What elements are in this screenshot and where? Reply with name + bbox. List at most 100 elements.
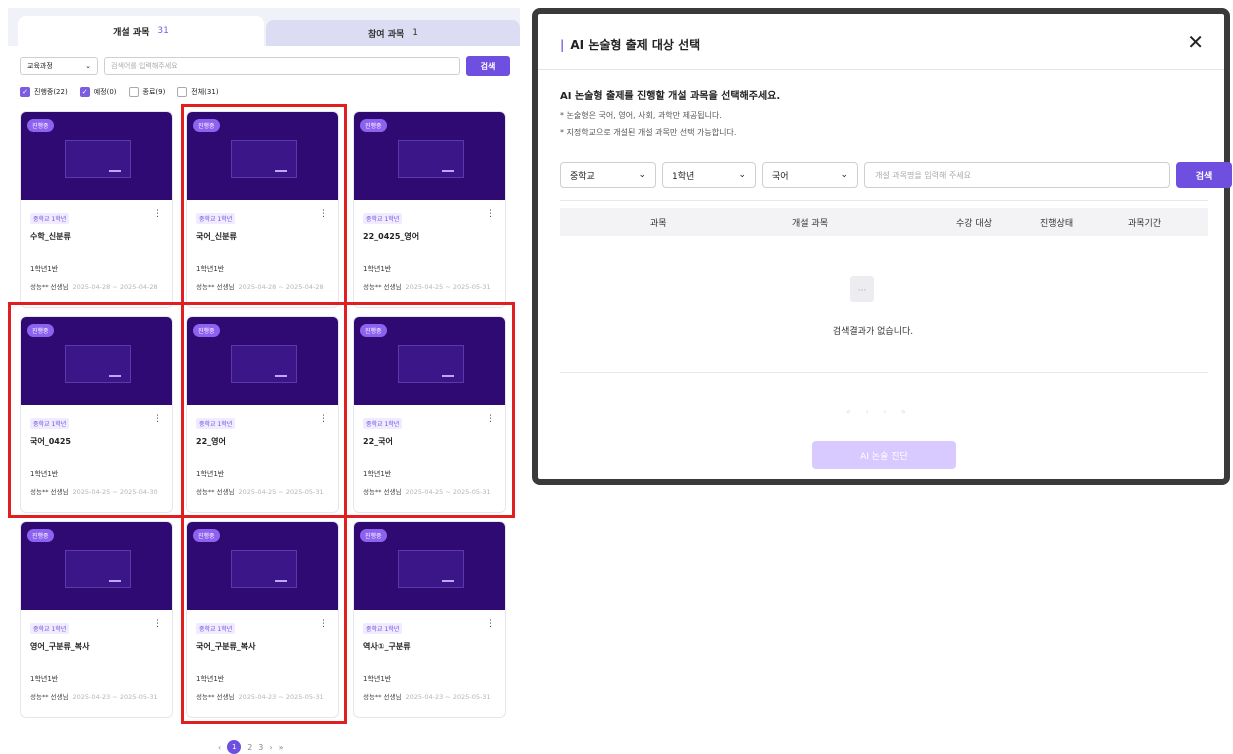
board-icon <box>65 140 131 178</box>
next-page-button[interactable]: › <box>269 743 272 752</box>
modal-header: | AI 논술형 출제 대상 선택 ✕ <box>538 14 1224 70</box>
course-list-panel: 개설 과목 31 참여 과목 1 교육과정 ⌄ 검색어를 입력해주세요 검색 ✓… <box>8 8 520 754</box>
course-card[interactable]: 진행중 중학교 1학년 ⋮ 22_0425_영어 1학년1반 성능** 선생님 2025-0… <box>353 111 506 308</box>
status-badge: 진행중 <box>360 529 387 542</box>
title-text: AI 논술형 출제 대상 선택 <box>570 38 701 52</box>
status-check-ended[interactable]: 종료(9) <box>128 87 165 97</box>
more-options-icon[interactable]: ⋮ <box>486 414 495 424</box>
course-thumbnail: 진행중 <box>187 522 338 610</box>
course-card[interactable]: 진행중 중학교 1학년 ⋮ 22_국어 1학년1반 성능** 선생님 2025-04-25 … <box>353 316 506 513</box>
tab-created-courses[interactable]: 개설 과목 31 <box>18 16 264 46</box>
course-class: 1학년1반 <box>363 265 392 273</box>
course-thumbnail: 진행중 <box>354 522 505 610</box>
status-badge: 진행중 <box>27 529 54 542</box>
more-options-icon[interactable]: ⋮ <box>319 209 328 219</box>
page-1-button[interactable]: 1 <box>227 740 242 754</box>
course-card[interactable]: 진행중 중학교 1학년 ⋮ 국어_신분류 1학년1반 성능** 선생님 2025-04-28… <box>186 111 339 308</box>
course-period: 2025-04-25 ~ 2025-05-31 <box>405 488 491 496</box>
course-teacher: 성능** 선생님 2025-04-28 ~ 2025-04-28 <box>30 281 158 291</box>
board-icon <box>398 345 464 383</box>
more-options-icon[interactable]: ⋮ <box>319 619 328 629</box>
modal-note-1: * 논술형은 국어, 영어, 사회, 과학만 제공됩니다. <box>560 111 722 120</box>
course-title: 수학_신분류 <box>30 232 71 241</box>
course-thumbnail: 진행중 <box>187 317 338 405</box>
checkbox-checked-icon[interactable]: ✓ <box>20 87 30 97</box>
status-check-scheduled[interactable]: ✓ 예정(0) <box>79 87 117 97</box>
status-check-all[interactable]: 전체(31) <box>177 87 219 97</box>
course-teacher: 성능** 선생님 2025-04-25 ~ 2025-05-31 <box>363 486 491 496</box>
status-badge: 진행중 <box>360 119 387 132</box>
modal-search-button[interactable]: 검색 <box>1176 162 1232 188</box>
course-period: 2025-04-25 ~ 2025-04-30 <box>72 488 158 496</box>
board-icon <box>231 550 297 588</box>
prev-page-button[interactable]: ‹ <box>218 743 221 752</box>
course-teacher: 성능** 선생님 2025-04-23 ~ 2025-05-31 <box>363 691 491 701</box>
teacher-name: 성능** 선생님 <box>30 488 69 496</box>
more-options-icon[interactable]: ⋮ <box>319 414 328 424</box>
course-thumbnail: 진행중 <box>187 112 338 200</box>
grade-tag: 중학교 1학년 <box>30 213 70 224</box>
teacher-name: 성능** 선생님 <box>196 283 235 291</box>
course-title: 역사①_구분류 <box>363 642 411 651</box>
grade-tag: 중학교 1학년 <box>196 418 236 429</box>
checkbox-icon[interactable] <box>177 87 188 97</box>
page-3-button[interactable]: 3 <box>258 743 263 752</box>
more-options-icon[interactable]: ⋮ <box>486 209 495 219</box>
search-input[interactable]: 검색어를 입력해주세요 <box>104 57 460 75</box>
chevron-down-icon: ⌄ <box>738 170 746 180</box>
chevron-down-icon: ⌄ <box>638 170 646 180</box>
course-card[interactable]: 진행중 중학교 1학년 ⋮ 역사①_구분류 1학년1반 성능** 선생님 2025-04-2… <box>353 521 506 718</box>
column-header-target: 수강 대상 <box>956 219 992 229</box>
grade-tag: 중학교 1학년 <box>196 213 236 224</box>
course-thumbnail: 진행중 <box>21 112 172 200</box>
check-label: 전체(31) <box>191 88 219 96</box>
board-bar <box>275 580 287 582</box>
ai-essay-diagnosis-button[interactable]: AI 논술 진단 <box>812 441 956 469</box>
search-button[interactable]: 검색 <box>466 56 510 76</box>
course-search-input[interactable]: 개설 과목명을 입력해 주세요 <box>864 162 1170 188</box>
board-icon <box>231 140 297 178</box>
course-title: 22_영어 <box>196 437 226 446</box>
more-options-icon[interactable]: ⋮ <box>153 414 162 424</box>
board-bar <box>275 375 287 377</box>
course-class: 1학년1반 <box>363 470 392 478</box>
course-class: 1학년1반 <box>196 675 225 683</box>
teacher-name: 성능** 선생님 <box>30 283 69 291</box>
grade-select[interactable]: 1학년 ⌄ <box>662 162 756 188</box>
course-card[interactable]: 진행중 중학교 1학년 ⋮ 국어_0425 1학년1반 성능** 선생님 2025-04-2… <box>20 316 173 513</box>
course-period: 2025-04-25 ~ 2025-05-31 <box>405 283 491 291</box>
board-icon <box>65 345 131 383</box>
course-card[interactable]: 진행중 중학교 1학년 ⋮ 영어_구분류_복사 1학년1반 성능** 선생님 2025-04… <box>20 521 173 718</box>
tab-count: 1 <box>412 28 418 38</box>
check-label: 진행중(22) <box>34 88 68 96</box>
more-options-icon[interactable]: ⋮ <box>486 619 495 629</box>
checkbox-checked-icon[interactable]: ✓ <box>79 87 90 97</box>
chevron-down-icon: ⌄ <box>85 62 91 70</box>
status-badge: 진행중 <box>193 529 220 542</box>
checkbox-icon[interactable] <box>128 87 139 97</box>
tab-joined-courses[interactable]: 참여 과목 1 <box>266 20 520 46</box>
school-select[interactable]: 중학교 ⌄ <box>560 162 656 188</box>
page-2-button[interactable]: 2 <box>247 743 252 752</box>
empty-result-text: 검색결과가 없습니다. <box>832 327 914 337</box>
modal-pagination[interactable]: « ‹ › » <box>846 407 912 416</box>
course-card[interactable]: 진행중 중학교 1학년 ⋮ 국어_구분류_복사 1학년1반 성능** 선생님 2025-04… <box>186 521 339 718</box>
curriculum-select[interactable]: 교육과정 ⌄ <box>20 57 98 75</box>
last-page-button[interactable]: » <box>279 743 284 752</box>
course-card[interactable]: 진행중 중학교 1학년 ⋮ 수학_신분류 1학년1반 성능** 선생님 2025-04-28… <box>20 111 173 308</box>
status-check-ongoing[interactable]: ✓ 진행중(22) <box>20 87 68 97</box>
teacher-name: 성능** 선생님 <box>363 488 402 496</box>
check-label: 예정(0) <box>93 88 117 96</box>
course-card[interactable]: 진행중 중학교 1학년 ⋮ 22_영어 1학년1반 성능** 선생님 2025-04-25 … <box>186 316 339 513</box>
close-icon[interactable]: ✕ <box>1187 30 1204 54</box>
subject-select[interactable]: 국어 ⌄ <box>762 162 858 188</box>
grade-tag: 중학교 1학년 <box>363 418 403 429</box>
board-icon <box>398 140 464 178</box>
course-teacher: 성능** 선생님 2025-04-23 ~ 2025-05-31 <box>196 691 324 701</box>
more-options-icon[interactable]: ⋮ <box>153 619 162 629</box>
ai-essay-target-modal: | AI 논술형 출제 대상 선택 ✕ AI 논술형 출제를 진행할 개설 과목을… <box>532 8 1232 485</box>
status-badge: 진행중 <box>193 324 220 337</box>
more-options-icon[interactable]: ⋮ <box>153 209 162 219</box>
filter-row: 교육과정 ⌄ 검색어를 입력해주세요 검색 <box>20 56 510 76</box>
teacher-name: 성능** 선생님 <box>196 693 235 701</box>
